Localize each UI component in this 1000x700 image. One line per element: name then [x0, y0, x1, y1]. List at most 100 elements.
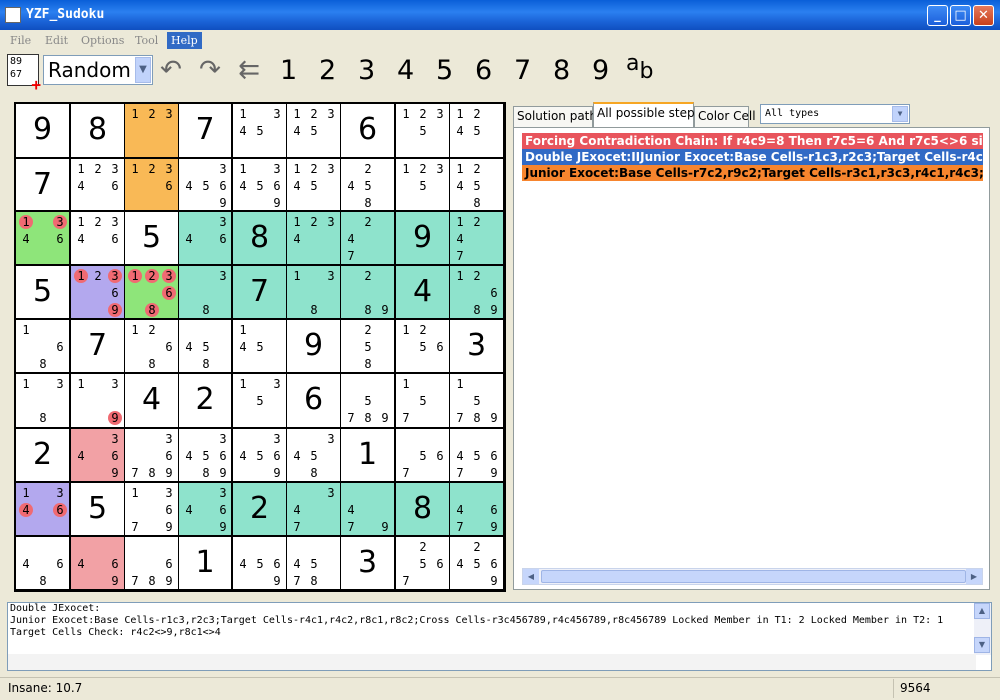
cell-r2c8[interactable]: 1235 [396, 159, 449, 210]
digit-9-button[interactable]: 9 [592, 55, 609, 86]
tab-solution-path[interactable]: Solution path [513, 106, 597, 128]
close-button[interactable]: ✕ [973, 5, 994, 26]
undo-icon[interactable]: ↶ [157, 56, 185, 84]
cell-r9c3[interactable]: 6 789 [125, 537, 178, 589]
cell-r2c3[interactable]: 123 6 [125, 159, 178, 210]
cell-r8c9[interactable]: 4 6 7 9 [450, 483, 503, 535]
digit-8-button[interactable]: 8 [553, 55, 570, 86]
cell-r6c8[interactable]: 157 [396, 374, 449, 427]
cell-r5c1[interactable]: 1 68 [16, 320, 69, 372]
cell-r2c2[interactable]: 123 4 6 [71, 159, 124, 210]
digit-6-button[interactable]: 6 [475, 55, 492, 86]
cell-r3c7[interactable]: 24 7 [341, 212, 394, 264]
cell-r3c6[interactable]: 123 4 [287, 212, 340, 264]
cell-r9c6[interactable]: 4578 [287, 537, 340, 589]
cell-r7c7[interactable]: 1 [341, 429, 394, 481]
cell-r6c4[interactable]: 2 [179, 374, 231, 427]
cell-r7c6[interactable]: 3 45 8 [287, 429, 340, 481]
cell-r8c8[interactable]: 8 [396, 483, 449, 535]
cell-r8c2[interactable]: 5 [71, 483, 124, 535]
cell-r2c5[interactable]: 1 3 456 9 [233, 159, 286, 210]
cell-r5c8[interactable]: 12 56 [396, 320, 449, 372]
cell-r1c9[interactable]: 1245 [450, 104, 503, 157]
cell-r5c4[interactable]: 45 8 [179, 320, 231, 372]
cell-r9c9[interactable]: 2456 9 [450, 537, 503, 589]
menu-file[interactable]: File [6, 32, 35, 49]
step-item[interactable]: Forcing Contradiction Chain: If r4c9=8 T… [522, 133, 983, 149]
step-item[interactable]: Double JExocet:IIJunior Exocet:Base Cell… [522, 149, 983, 165]
log-vertical-scrollbar[interactable]: ▲ ▼ [974, 603, 991, 655]
cell-r1c4[interactable]: 7 [179, 104, 231, 157]
cell-r5c3[interactable]: 1268 [125, 320, 178, 372]
back-arrow-icon[interactable]: ⇇ [235, 56, 263, 84]
mode-select[interactable]: Random ▼ [43, 55, 153, 85]
type-filter-select[interactable]: All types ▼ [760, 104, 910, 124]
log-horizontal-scrollbar[interactable] [8, 654, 976, 670]
cell-r4c3[interactable]: 123 68 [125, 266, 178, 318]
cell-r4c4[interactable]: 38 [179, 266, 231, 318]
candidate-mode-button[interactable]: ab [626, 51, 653, 84]
cell-r9c8[interactable]: 2 56 7 [396, 537, 449, 589]
tab-all-possible-steps[interactable]: All possible steps [593, 102, 701, 129]
cell-r3c1[interactable]: 1 3 4 6 [16, 212, 69, 264]
step-item[interactable]: Junior Exocet:Base Cells-r7c2,r9c2;Targe… [522, 165, 983, 181]
cell-r2c1[interactable]: 7 [16, 159, 69, 210]
cell-r7c5[interactable]: 3 456 9 [233, 429, 286, 481]
cell-r5c2[interactable]: 7 [71, 320, 124, 372]
cell-r7c8[interactable]: 56 7 [396, 429, 449, 481]
cell-r9c5[interactable]: 456 9 [233, 537, 286, 589]
digit-3-button[interactable]: 3 [358, 55, 375, 86]
cell-r1c5[interactable]: 1 3 45 [233, 104, 286, 157]
maximize-button[interactable]: □ [950, 5, 971, 26]
cell-r3c5[interactable]: 8 [233, 212, 286, 264]
cell-r5c6[interactable]: 9 [287, 320, 340, 372]
cell-r7c4[interactable]: 3 45689 [179, 429, 231, 481]
cell-r9c1[interactable]: 4 68 [16, 537, 69, 589]
cell-r2c9[interactable]: 1245 8 [450, 159, 503, 210]
cell-r6c5[interactable]: 1 35 [233, 374, 286, 427]
scroll-up-icon[interactable]: ▲ [974, 603, 990, 619]
cell-r3c2[interactable]: 123 4 6 [71, 212, 124, 264]
cell-r1c1[interactable]: 9 [16, 104, 69, 157]
cell-r1c7[interactable]: 6 [341, 104, 394, 157]
cell-r6c7[interactable]: 5789 [341, 374, 394, 427]
cell-r9c4[interactable]: 1 [179, 537, 231, 589]
cell-r2c4[interactable]: 3 456 9 [179, 159, 231, 210]
cell-r8c5[interactable]: 2 [233, 483, 286, 535]
digit-1-button[interactable]: 1 [280, 55, 297, 86]
cell-r6c9[interactable]: 15789 [450, 374, 503, 427]
cell-r9c2[interactable]: 4 6 9 [71, 537, 124, 589]
scroll-thumb[interactable] [541, 570, 966, 583]
cell-r3c4[interactable]: 3 4 6 [179, 212, 231, 264]
cell-r7c1[interactable]: 2 [16, 429, 69, 481]
cell-r1c6[interactable]: 123 45 [287, 104, 340, 157]
cell-r3c3[interactable]: 5 [125, 212, 178, 264]
cell-r4c2[interactable]: 123 6 9 [71, 266, 124, 318]
chevron-down-icon[interactable]: ▼ [135, 57, 151, 83]
cell-r4c6[interactable]: 1 3 8 [287, 266, 340, 318]
cell-r5c5[interactable]: 1 45 [233, 320, 286, 372]
cell-r1c8[interactable]: 1235 [396, 104, 449, 157]
cell-r8c7[interactable]: 4 7 9 [341, 483, 394, 535]
cell-r1c3[interactable]: 123 [125, 104, 178, 157]
new-puzzle-icon[interactable]: 89 67 + [7, 54, 41, 93]
digit-4-button[interactable]: 4 [397, 55, 414, 86]
scroll-left-icon[interactable]: ◀ [523, 569, 539, 584]
cell-r1c2[interactable]: 8 [71, 104, 124, 157]
cell-r4c8[interactable]: 4 [396, 266, 449, 318]
scroll-right-icon[interactable]: ▶ [966, 569, 982, 584]
cell-r4c1[interactable]: 5 [16, 266, 69, 318]
cell-r4c9[interactable]: 12689 [450, 266, 503, 318]
cell-r6c6[interactable]: 6 [287, 374, 340, 427]
cell-r4c7[interactable]: 2 89 [341, 266, 394, 318]
digit-5-button[interactable]: 5 [436, 55, 453, 86]
menu-edit[interactable]: Edit [41, 32, 72, 49]
tab-color-cell[interactable]: Color Cell [694, 106, 756, 128]
cell-r6c2[interactable]: 1 3 9 [71, 374, 124, 427]
menu-options[interactable]: Options [77, 32, 128, 49]
menu-tool[interactable]: Tool [131, 32, 162, 49]
log-area[interactable]: Double JExocet: Junior Exocet:Base Cells… [7, 602, 992, 671]
cell-r9c7[interactable]: 3 [341, 537, 394, 589]
menu-help[interactable]: Help [167, 32, 202, 49]
cell-r6c1[interactable]: 1 3 8 [16, 374, 69, 427]
